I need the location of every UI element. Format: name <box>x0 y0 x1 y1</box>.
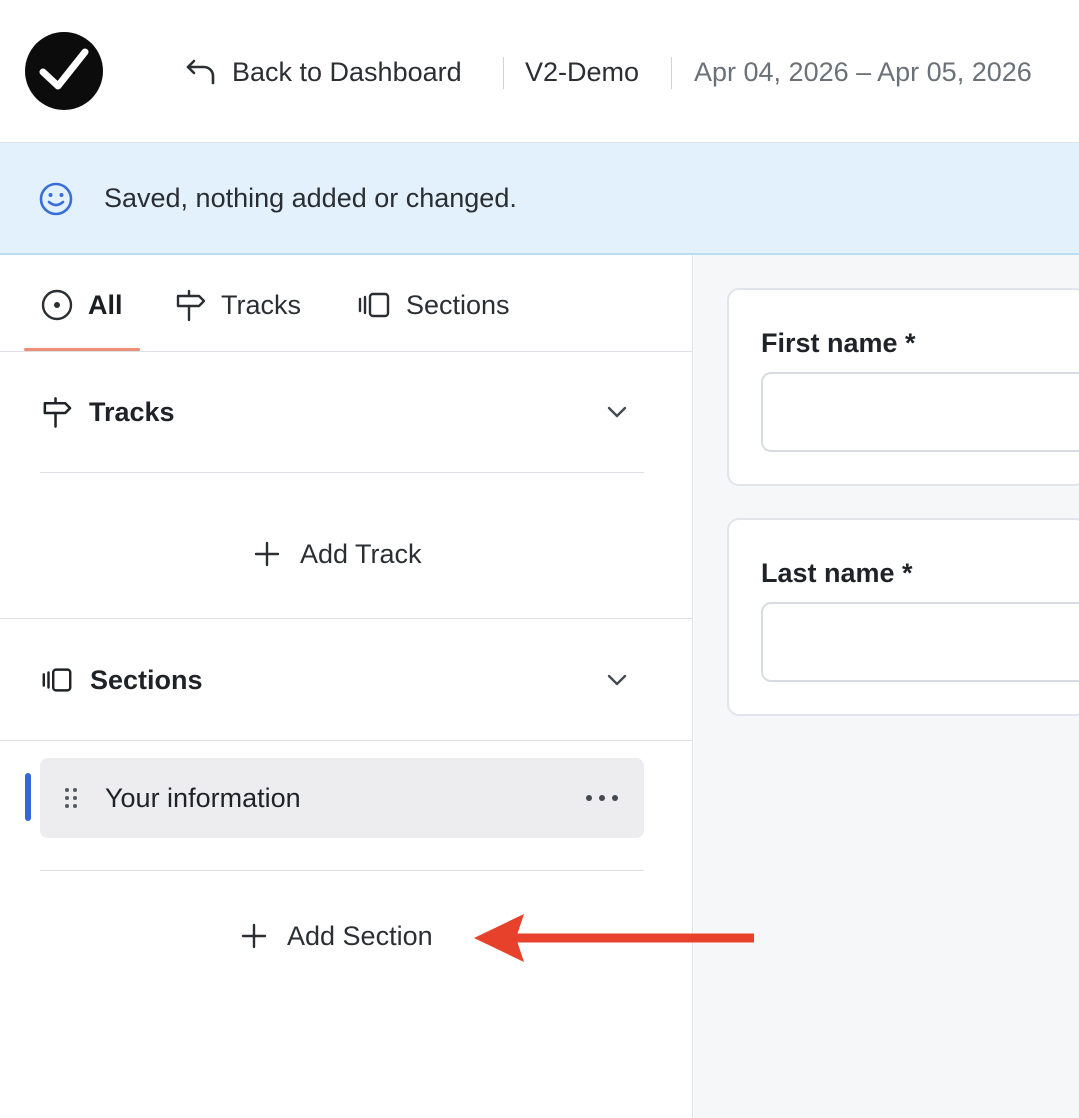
date-range: Apr 04, 2026 – Apr 05, 2026 <box>694 57 1032 87</box>
add-section-button[interactable]: Add Section <box>241 916 433 956</box>
back-arrow-icon <box>186 59 215 85</box>
tracks-divider <box>40 472 644 473</box>
tab-label: Sections <box>406 289 510 320</box>
add-track-label: Add Track <box>300 538 422 569</box>
section-item-your-information[interactable]: Your information <box>40 758 644 838</box>
plus-icon <box>254 541 280 567</box>
tab-label: All <box>88 289 123 320</box>
group-divider <box>0 618 692 619</box>
tracks-group-header[interactable]: Tracks <box>40 392 644 432</box>
tab-all[interactable]: All <box>40 285 123 325</box>
sections-group-title: Sections <box>90 664 203 695</box>
sections-icon <box>42 668 72 692</box>
tab-sections[interactable]: Sections <box>356 285 510 325</box>
sections-group-header[interactable]: Sections <box>40 660 644 700</box>
active-tab-indicator <box>24 348 140 351</box>
first-name-label: First name * <box>761 328 916 358</box>
banner-message: Saved, nothing added or changed. <box>104 183 517 213</box>
tab-tracks[interactable]: Tracks <box>173 285 301 325</box>
tab-label: Tracks <box>221 289 301 320</box>
save-status-banner: Saved, nothing added or changed. <box>0 143 1079 255</box>
more-options-icon[interactable] <box>584 793 620 803</box>
last-name-card: Last name * <box>727 518 1079 716</box>
first-name-card: First name * <box>727 288 1079 486</box>
add-track-button[interactable]: Add Track <box>254 534 422 574</box>
section-list-divider <box>40 870 644 871</box>
smiley-icon <box>39 182 73 216</box>
header-divider <box>503 57 504 89</box>
plus-icon <box>241 923 267 949</box>
back-label: Back to Dashboard <box>232 56 462 87</box>
signpost-icon <box>43 397 72 428</box>
target-icon <box>41 289 73 321</box>
form-preview: First name * Last name * <box>694 255 1079 1118</box>
add-section-label: Add Section <box>287 920 433 951</box>
sections-icon <box>358 292 390 318</box>
builder-sidebar: All Tracks Sections Tracks Add Track Sec… <box>0 255 693 1118</box>
chevron-down-icon[interactable] <box>606 401 628 423</box>
last-name-input[interactable] <box>761 602 1079 682</box>
tracks-group-title: Tracks <box>89 396 175 427</box>
last-name-label: Last name * <box>761 558 913 588</box>
signpost-icon <box>176 289 206 322</box>
annotation-arrow-icon <box>474 914 754 962</box>
sections-divider <box>0 740 692 741</box>
selected-section-indicator <box>25 773 31 821</box>
drag-handle-icon[interactable] <box>64 787 78 809</box>
sidebar-tabs: All Tracks Sections <box>0 255 692 352</box>
back-to-dashboard-link[interactable]: Back to Dashboard <box>184 52 462 92</box>
first-name-input[interactable] <box>761 372 1079 452</box>
section-item-label: Your information <box>105 783 301 813</box>
top-header: Back to Dashboard V2-Demo Apr 04, 2026 –… <box>0 0 1079 143</box>
project-name: V2-Demo <box>525 57 640 87</box>
header-divider <box>671 57 672 89</box>
checkmark-logo-icon[interactable] <box>25 32 103 110</box>
chevron-down-icon[interactable] <box>606 669 628 691</box>
